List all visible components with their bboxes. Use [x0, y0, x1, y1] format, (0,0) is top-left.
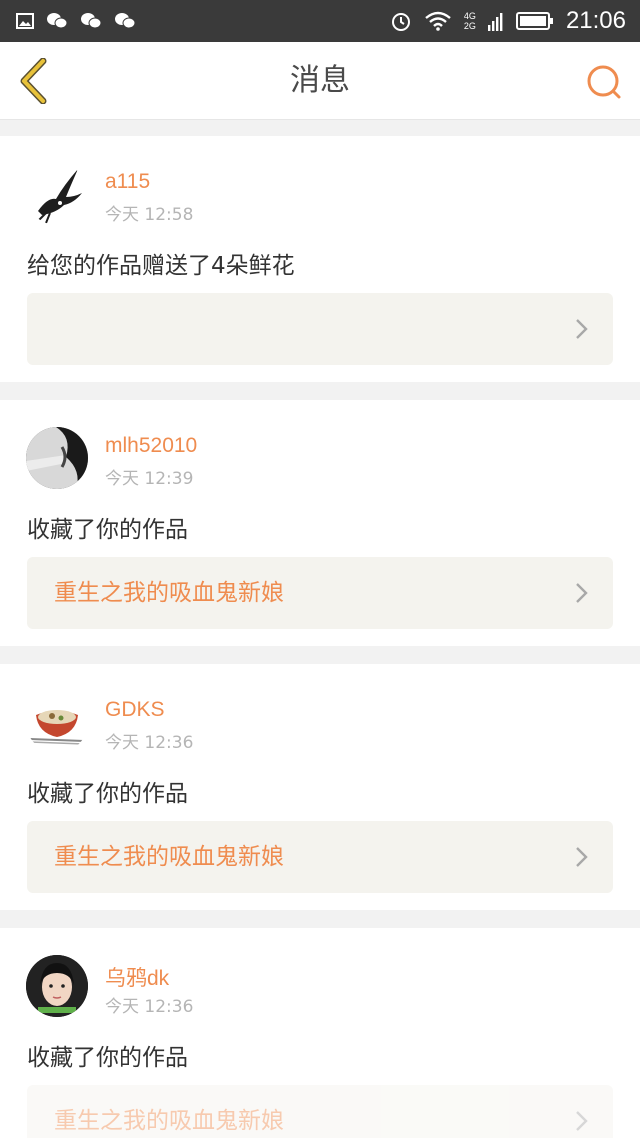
- swallow-avatar-icon: [37, 169, 82, 224]
- username[interactable]: 乌鸦dk: [105, 962, 169, 992]
- search-icon: [587, 65, 621, 99]
- username[interactable]: GDKS: [105, 698, 165, 722]
- signal-icon: [487, 11, 504, 31]
- work-title: 重生之我的吸血鬼新娘: [54, 1108, 284, 1134]
- work-link[interactable]: [27, 293, 613, 365]
- message-card[interactable]: a115 今天 12:58 给您的作品赠送了4朵鲜花: [0, 136, 640, 382]
- status-bar-system: 4G 2G 21:06: [390, 7, 626, 35]
- network-type-top: 4G: [463, 11, 476, 21]
- user-photo-icon: [26, 427, 88, 489]
- wifi-icon: [424, 11, 452, 31]
- message-card[interactable]: mlh52010 今天 12:39 收藏了你的作品 重生之我的吸血鬼新娘: [0, 400, 640, 646]
- work-title: 重生之我的吸血鬼新娘: [54, 580, 284, 606]
- status-bar: 4G 2G 21:06: [0, 0, 640, 42]
- search-button[interactable]: [584, 62, 624, 102]
- wechat-icon: [80, 12, 102, 30]
- work-link[interactable]: 重生之我的吸血鬼新娘: [27, 821, 613, 893]
- alarm-icon: [390, 10, 412, 32]
- message-text: 给您的作品赠送了4朵鲜花: [27, 253, 295, 279]
- network-type-bottom: 2G: [463, 21, 476, 31]
- chevron-right-icon: [576, 583, 588, 603]
- header: 消息: [0, 42, 640, 120]
- work-link[interactable]: 重生之我的吸血鬼新娘: [27, 1085, 613, 1138]
- wechat-icon: [114, 12, 136, 30]
- image-icon: [16, 13, 34, 29]
- battery-icon: [515, 11, 554, 31]
- avatar[interactable]: [26, 427, 88, 489]
- work-title: 重生之我的吸血鬼新娘: [54, 844, 284, 870]
- avatar[interactable]: [26, 163, 88, 225]
- clock: 21:06: [565, 7, 626, 34]
- username[interactable]: a115: [105, 170, 150, 194]
- timestamp: 今天 12:39: [105, 469, 194, 489]
- message-text: 收藏了你的作品: [27, 1045, 188, 1071]
- page-title: 消息: [290, 63, 350, 98]
- user-photo-icon: [26, 955, 88, 1017]
- username[interactable]: mlh52010: [105, 434, 197, 458]
- avatar[interactable]: [26, 955, 88, 1017]
- timestamp: 今天 12:36: [105, 997, 194, 1017]
- message-text: 收藏了你的作品: [27, 517, 188, 543]
- timestamp: 今天 12:36: [105, 733, 194, 753]
- work-link[interactable]: 重生之我的吸血鬼新娘: [27, 557, 613, 629]
- bowl-avatar-icon: [26, 691, 88, 753]
- chevron-right-icon: [576, 1111, 588, 1131]
- avatar[interactable]: [26, 691, 88, 753]
- chevron-right-icon: [576, 319, 588, 339]
- network-type: 4G 2G: [464, 11, 476, 31]
- timestamp: 今天 12:58: [105, 205, 194, 225]
- wechat-icon: [46, 12, 68, 30]
- status-bar-notifications: [16, 12, 136, 30]
- chevron-right-icon: [576, 847, 588, 867]
- message-card[interactable]: GDKS 今天 12:36 收藏了你的作品 重生之我的吸血鬼新娘: [0, 664, 640, 910]
- message-list[interactable]: a115 今天 12:58 给您的作品赠送了4朵鲜花 mlh52010 今天 1…: [0, 121, 640, 1138]
- message-text: 收藏了你的作品: [27, 781, 188, 807]
- message-card[interactable]: 乌鸦dk 今天 12:36 收藏了你的作品 重生之我的吸血鬼新娘: [0, 928, 640, 1138]
